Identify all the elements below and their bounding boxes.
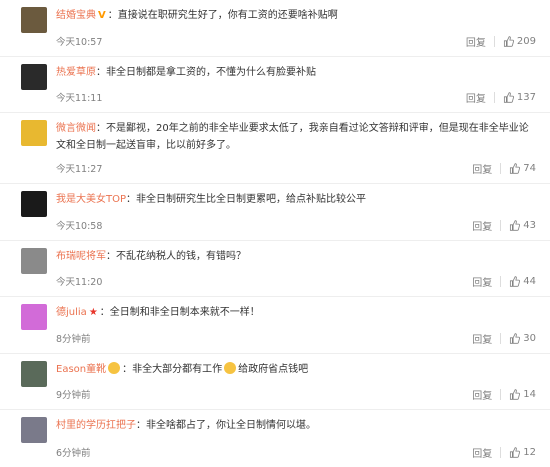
thumbs-up-icon (510, 219, 521, 231)
reply-button[interactable]: 回复 (466, 90, 486, 105)
user-avatar[interactable] (21, 417, 47, 443)
like-count: 74 (523, 163, 536, 174)
comment-text: ：非全大部分都有工作 (122, 363, 223, 375)
divider (493, 92, 495, 103)
comment-text: ：不是鄙视，20年之前的非全毕业要求太低了，我亲自看过论文答辩和评审，但是现在非… (56, 123, 529, 151)
comment-text: ：不乱花纳税人的钱，有错吗？ (106, 250, 246, 262)
username-link[interactable]: 德julia (56, 307, 87, 318)
thumbs-up-icon (510, 276, 521, 287)
username-link[interactable]: 村里的学历扛把子 (56, 420, 136, 431)
comment-time: 今天11:27 (56, 164, 103, 175)
comment-text: ：非全日制研究生比全日制更累吧，给点补贴比较公平 (126, 194, 367, 205)
username-link[interactable]: 热爱草原 (56, 67, 96, 78)
like-button[interactable]: 137 (503, 92, 536, 103)
user-avatar[interactable] (21, 63, 47, 90)
divider (500, 163, 502, 174)
smile-emoji-icon (108, 361, 121, 374)
divider (500, 219, 502, 231)
reply-button[interactable]: 回复 (472, 161, 492, 176)
reply-button[interactable]: 回复 (466, 34, 486, 49)
comment-time: 今天11:20 (56, 277, 103, 288)
comment-text: ：非全日制都是拿工资的，不懂为什么有脸要补贴 (96, 66, 316, 78)
like-button[interactable]: 30 (509, 333, 536, 344)
user-avatar[interactable] (21, 304, 47, 330)
username-link[interactable]: 结婚宝典 (56, 10, 96, 21)
comment-item: 热爱草原：非全日制都是拿工资的，不懂为什么有脸要补贴 今天11:11 回复 13… (0, 57, 550, 113)
comment-text-2: 给政府省点钱吧 (238, 363, 309, 375)
username-link[interactable]: 布瑞呢将军 (56, 251, 106, 262)
like-button[interactable]: 12 (509, 447, 536, 458)
reply-button[interactable]: 回复 (472, 445, 492, 460)
comment-item: 微言微闻：不是鄙视，20年之前的非全毕业要求太低了，我亲自看过论文答辩和评审，但… (0, 113, 550, 184)
like-count: 12 (523, 446, 536, 458)
thumbs-up-icon (503, 35, 514, 47)
comment-item: 村里的学历扛把子：非全啥都占了，你让全日制情何以堪。 6分钟前 回复 12 (0, 410, 550, 467)
like-count: 14 (523, 389, 536, 400)
thumbs-up-icon (510, 389, 521, 400)
username-link[interactable]: 我是大美女TOP (56, 194, 126, 205)
comment-item: 布瑞呢将军：不乱花纳税人的钱，有错吗？ 今天11:20 回复 44 (0, 241, 550, 297)
star-badge-icon: ★ (88, 307, 98, 318)
user-avatar[interactable] (21, 247, 47, 274)
comment-time: 8分钟前 (56, 333, 91, 345)
reply-button[interactable]: 回复 (472, 274, 492, 289)
like-count: 44 (523, 276, 536, 287)
like-button[interactable]: 14 (509, 389, 536, 400)
comment-item: 德julia ★ ：全日制和非全日制本来就不一样！ 8分钟前 回复 30 (0, 297, 550, 354)
sweat-emoji-icon (224, 361, 237, 374)
divider (500, 276, 502, 287)
comment-item: Eason童靴 ：非全大部分都有工作 给政府省点钱吧 9分钟前 回复 14 (0, 354, 550, 410)
reply-button[interactable]: 回复 (472, 331, 492, 346)
thumbs-up-icon (510, 332, 521, 344)
user-avatar[interactable] (21, 7, 47, 33)
user-avatar[interactable] (21, 360, 47, 387)
reply-button[interactable]: 回复 (472, 218, 492, 233)
like-button[interactable]: 74 (509, 163, 536, 174)
like-count: 43 (523, 219, 536, 231)
like-count: 137 (516, 92, 536, 103)
comment-text: ：非全啥都占了，你让全日制情何以堪。 (136, 420, 316, 431)
like-button[interactable]: 209 (503, 36, 536, 47)
comment-item: 我是大美女TOP：非全日制研究生比全日制更累吧，给点补贴比较公平 今天10:58… (0, 184, 550, 241)
user-avatar[interactable] (21, 120, 47, 146)
divider (500, 389, 502, 400)
reply-button[interactable]: 回复 (472, 387, 492, 402)
thumbs-up-icon (510, 446, 521, 458)
divider (500, 446, 502, 458)
like-button[interactable]: 44 (509, 276, 536, 287)
comment-time: 今天10:57 (56, 36, 103, 48)
username-link[interactable]: 微言微闻 (56, 123, 96, 134)
comment-list: 结婚宝典 V ：直接说在职研究生好了，你有工资的还要啥补贴啊 今天10:57 回复 … (0, 0, 550, 467)
like-count: 209 (516, 35, 536, 47)
like-count: 30 (523, 332, 536, 344)
comment-time: 6分钟前 (56, 447, 91, 459)
user-avatar[interactable] (21, 191, 47, 217)
comment-time: 今天10:58 (56, 220, 103, 232)
comment-time: 今天11:11 (56, 93, 103, 104)
thumbs-up-icon (503, 92, 514, 103)
thumbs-up-icon (510, 163, 521, 174)
like-button[interactable]: 43 (509, 220, 536, 231)
comment-item: 结婚宝典 V ：直接说在职研究生好了，你有工资的还要啥补贴啊 今天10:57 回复 … (0, 0, 550, 57)
divider (500, 332, 502, 344)
comment-text: ：全日制和非全日制本来就不一样！ (99, 307, 260, 318)
username-link[interactable]: Eason童靴 (56, 364, 106, 375)
comment-text: ：直接说在职研究生好了，你有工资的还要啥补贴啊 (107, 10, 338, 21)
divider (493, 35, 495, 47)
comment-time: 9分钟前 (56, 390, 91, 401)
verified-badge-icon: V (98, 10, 106, 21)
